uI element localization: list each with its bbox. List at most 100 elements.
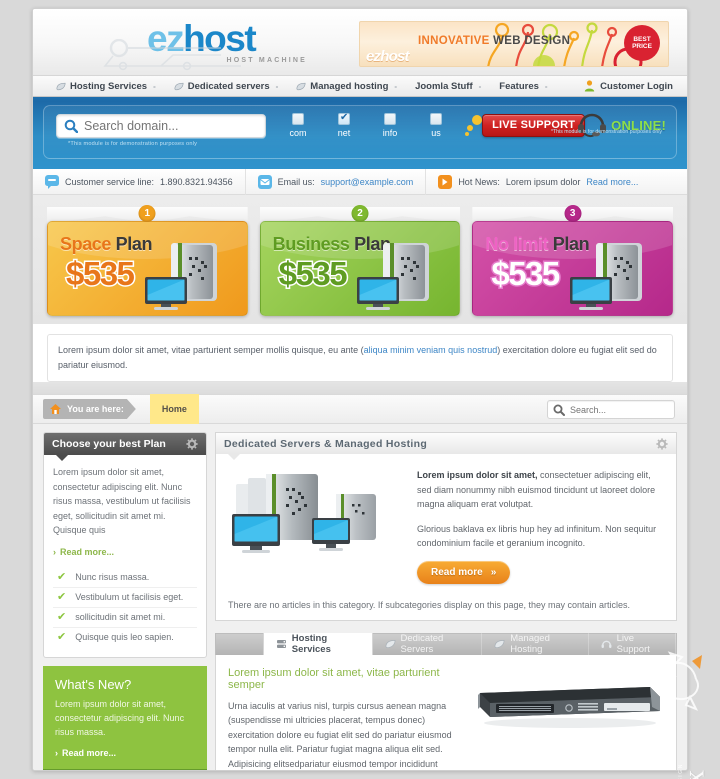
plans-row: 1 Space Plan $535 2 Business Plan $535 3…	[47, 205, 674, 316]
plan-number-badge: 1	[138, 205, 156, 222]
user-icon	[584, 80, 595, 92]
check-icon: ✔	[57, 610, 67, 623]
tld-label: com	[289, 128, 307, 138]
gear-icon[interactable]	[186, 438, 198, 450]
leaf-icon	[174, 82, 184, 90]
nav-item-dedicated-servers[interactable]: Dedicated servers -	[165, 75, 288, 97]
chevron-down-icon: -	[544, 81, 548, 91]
chevron-down-icon: -	[153, 81, 156, 91]
banner-word-2: WEB DESIGN	[493, 35, 571, 47]
intro-paragraph-2: Glorious baklava ex libris hup hey ad in…	[417, 523, 657, 549]
plan-card-body: Space Plan $535	[47, 221, 248, 316]
tld-checkbox-net[interactable]: net	[328, 112, 360, 138]
checkbox-box[interactable]	[338, 112, 350, 125]
site-logo[interactable]: ezhost HOST MACHINE	[101, 15, 321, 71]
site-search-box[interactable]	[547, 400, 675, 419]
gear-icon[interactable]	[656, 437, 668, 450]
site-header: ezhost HOST MACHINE INNOVATIVE WEB DESIG…	[33, 9, 687, 75]
checkbox-box[interactable]	[430, 113, 442, 125]
domain-search-box[interactable]	[56, 114, 266, 138]
plans-note-part1: Lorem ipsum dolor sit amet, vitae partur…	[58, 345, 364, 355]
tab-panel-body: Urna iaculis at varius nisl, turpis curs…	[228, 700, 452, 769]
check-icon: ✔	[57, 590, 67, 603]
server-illustration	[144, 243, 217, 310]
plan-card-space[interactable]: 1 Space Plan $535	[47, 205, 248, 316]
tab-label: Hosting Services	[291, 632, 331, 655]
domain-search-band: *This module is for demonstration purpos…	[33, 97, 687, 169]
tab-hosting-services[interactable]: Hosting Services	[262, 632, 373, 655]
tld-checkbox-com[interactable]: com	[282, 113, 314, 138]
breadcrumb-home-label: Home	[161, 404, 187, 414]
server-icon	[276, 639, 286, 648]
tld-checkbox-info[interactable]: info	[374, 113, 406, 138]
servers-illustration	[232, 474, 376, 553]
tab-dedicated-servers[interactable]: Dedicated Servers	[373, 632, 483, 655]
nav-item-joomla-stuff[interactable]: Joomla Stuff -	[406, 75, 490, 97]
list-item-label: sollicitudin sit amet mi.	[75, 611, 166, 622]
list-item: ✔ sollicitudin sit amet mi.	[53, 606, 197, 627]
site-search-input[interactable]	[570, 404, 666, 415]
whats-new-read-more-link[interactable]: › Read more...	[43, 748, 207, 769]
customer-login-link[interactable]: Customer Login	[584, 80, 673, 92]
nav-item-features[interactable]: Features -	[490, 75, 556, 97]
plans-note-link[interactable]: aliqua minim veniam quis nostrud	[364, 345, 498, 355]
breadcrumb-label: You are here:	[67, 404, 124, 414]
sidebar-read-more-link[interactable]: › Read more...	[53, 547, 197, 557]
chevron-down-icon: -	[394, 81, 398, 91]
tld-label: us	[431, 128, 441, 138]
no-articles-message: There are no articles in this category. …	[228, 599, 631, 610]
badge-line-2: PRICE	[632, 43, 652, 50]
checkbox-box[interactable]	[384, 113, 396, 125]
sidebar: Choose your best Plan Lorem ipsum dolor …	[43, 432, 207, 770]
leaf-icon	[56, 82, 66, 90]
plan-word-1: Business	[272, 234, 350, 254]
read-more-label: Read more...	[60, 546, 115, 557]
chevron-down-icon: -	[478, 81, 482, 91]
info-cell-phone: Customer service line: 1.890.8321.94356	[33, 169, 245, 195]
chevron-right-icon: ›	[53, 546, 56, 557]
list-item: ✔ Quisque quis leo sapien.	[53, 626, 197, 647]
plan-card-nolimit[interactable]: 3 No limit Plan $535	[472, 205, 674, 316]
nav-item-hosting-services[interactable]: Hosting Services -	[47, 75, 165, 97]
tld-checkbox-group: com net info us	[282, 112, 452, 138]
info-label: Email us:	[277, 176, 315, 187]
list-item-label: Quisque quis leo sapien.	[75, 631, 174, 642]
module-body: Lorem ipsum dolor sit amet, consectetur …	[44, 455, 206, 657]
info-label: Hot News:	[458, 176, 500, 187]
leaf-icon	[296, 82, 306, 90]
tab-label: Live Support	[616, 632, 650, 655]
intro-bold: Lorem ipsum dolor sit amet,	[417, 470, 538, 480]
tab-panel: Lorem ipsum dolor sit amet, vitae partur…	[215, 654, 677, 770]
main-navigation: Hosting Services - Dedicated servers - M…	[33, 75, 687, 97]
plan-number-badge: 3	[564, 205, 582, 222]
domain-search-note: *This module is for demonstration purpos…	[68, 141, 198, 147]
breadcrumb-item-home[interactable]: Home	[149, 394, 199, 424]
header-pointer	[56, 455, 68, 461]
info-cell-hotnews: Hot News: Lorem ipsum dolor Read more...	[425, 168, 650, 195]
intro-block: Lorem ipsum dolor sit amet, consectetuer…	[228, 468, 664, 584]
tld-checkbox-us[interactable]: us	[420, 113, 452, 138]
checkbox-box[interactable]	[292, 113, 304, 125]
feature-list: ✔ Nunc risus massa. ✔ Vestibulum ut facili…	[53, 568, 197, 647]
double-chevron-icon: »	[490, 566, 497, 578]
banner-headline: INNOVATIVE WEB DESIGN	[418, 35, 570, 47]
customer-login-label: Customer Login	[600, 80, 673, 92]
nav-label: Dedicated servers	[187, 80, 270, 92]
live-support-note: *This module is for demonstration purpos…	[550, 129, 662, 135]
chat-icon	[45, 174, 59, 189]
hot-news-read-more[interactable]: Read more...	[586, 177, 638, 187]
nav-item-managed-hosting[interactable]: Managed hosting -	[287, 75, 406, 97]
module-text: Lorem ipsum dolor sit amet, consectetur …	[53, 467, 191, 535]
promo-banner[interactable]: INNOVATIVE WEB DESIGN ezhost BEST PRICE	[359, 21, 669, 67]
list-item-label: Vestibulum ut facilisis eget.	[75, 591, 184, 602]
plan-card-business[interactable]: 2 Business Plan $535	[259, 205, 461, 316]
plan-price: $535	[277, 254, 349, 294]
tab-live-support[interactable]: Live Support	[589, 632, 676, 655]
plans-section: 1 Space Plan $535 2 Business Plan $535 3…	[33, 195, 687, 324]
domain-search-input[interactable]	[84, 119, 254, 133]
info-value: 1.890.8321.94356	[160, 176, 233, 187]
main-module-title: Dedicated Servers & Managed Hosting	[224, 437, 428, 450]
tab-managed-hosting[interactable]: Managed Hosting	[482, 632, 589, 655]
info-value[interactable]: support@example.com	[321, 177, 414, 187]
read-more-button[interactable]: Read more »	[417, 560, 511, 584]
